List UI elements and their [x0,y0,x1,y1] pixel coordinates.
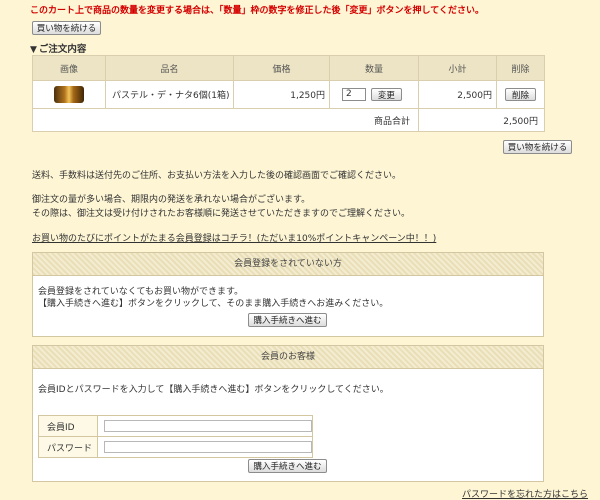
col-header-delete: 削除 [496,55,545,81]
password-row: パスワード [38,436,313,458]
col-header-price: 価格 [233,55,330,81]
member-id-input[interactable] [104,420,312,432]
member-proceed-button[interactable]: 購入手続きへ進む [248,459,327,473]
cart-total-row: 商品合計 2,500円 [32,108,545,132]
member-panel-title: 会員のお客様 [33,346,543,369]
order-section-title: ▼ ご注文内容 [30,41,86,55]
order-priority-notice: その際は、御注文は受け付けされたお客様順に発送させていただきますのでご理解くださ… [32,209,411,219]
col-header-image: 画像 [32,55,106,81]
guest-checkout-panel: 会員登録をされていない方 会員登録をされていなくてもお買い物ができます。 【購入… [32,252,544,337]
item-name: パステル・デ・ナタ6個(1箱) [105,80,234,109]
total-label: 商品合計 [32,108,419,132]
password-label: パスワード [38,436,98,458]
guest-panel-title: 会員登録をされていない方 [33,253,543,276]
member-id-row: 会員ID [38,415,313,437]
change-quantity-button[interactable]: 変更 [370,88,402,101]
cart-item-row: パステル・デ・ナタ6個(1箱) 1,250円 2 変更 2,500円 削除 [32,80,545,109]
password-cell [97,436,313,458]
shipping-info-text: 送料、手数料は送付先のご住所、お支払い方法を入力した後の確認画面でご確認ください… [32,171,402,181]
continue-shopping-button-top[interactable]: 買い物を続ける [32,21,101,35]
product-thumbnail [54,86,84,103]
member-id-label: 会員ID [38,415,98,437]
cart-notice: このカート上で商品の数量を変更する場合は、「数量」枠の数字を修正した後「変更」ボ… [30,6,484,16]
total-value: 2,500円 [418,108,545,132]
quantity-input[interactable]: 2 [342,88,366,101]
col-header-subtotal: 小計 [418,55,497,81]
col-header-qty: 数量 [329,55,419,81]
item-qty-cell: 2 変更 [329,80,419,109]
member-info-line: 会員IDとパスワードを入力して【購入手続きへ進む】ボタンをクリックしてください。 [38,385,389,395]
cart-header-row: 画像 品名 価格 数量 小計 削除 [32,55,545,81]
guest-info-line2: 【購入手続きへ進む】ボタンをクリックして、そのまま購入手続きへお進みください。 [38,299,389,309]
order-section-label: ご注文内容 [38,44,87,55]
triangle-down-icon: ▼ [30,45,37,55]
login-form: 会員ID パスワード [38,415,313,458]
cart-table: 画像 品名 価格 数量 小計 削除 パステル・デ・ナタ6個(1箱) 1,250円… [32,55,545,132]
col-header-name: 品名 [105,55,234,81]
member-id-cell [97,415,313,437]
member-registration-link[interactable]: お買い物のたびにポイントがたまる会員登録はコチラ！(ただいま10%ポイントキャン… [32,231,436,244]
member-login-panel: 会員のお客様 会員IDとパスワードを入力して【購入手続きへ進む】ボタンをクリック… [32,345,544,482]
item-subtotal: 2,500円 [418,80,497,109]
forgot-password-link[interactable]: パスワードを忘れた方はこちら [462,487,588,500]
order-volume-notice: 御注文の量が多い場合、期限内の発送を承れない場合がございます。 [32,195,311,205]
item-image-cell [32,80,106,109]
item-price: 1,250円 [233,80,330,109]
item-delete-cell: 削除 [496,80,545,109]
password-input[interactable] [104,441,312,453]
continue-shopping-button-bottom[interactable]: 買い物を続ける [503,140,572,154]
guest-proceed-button[interactable]: 購入手続きへ進む [248,313,327,327]
delete-item-button[interactable]: 削除 [505,88,536,101]
